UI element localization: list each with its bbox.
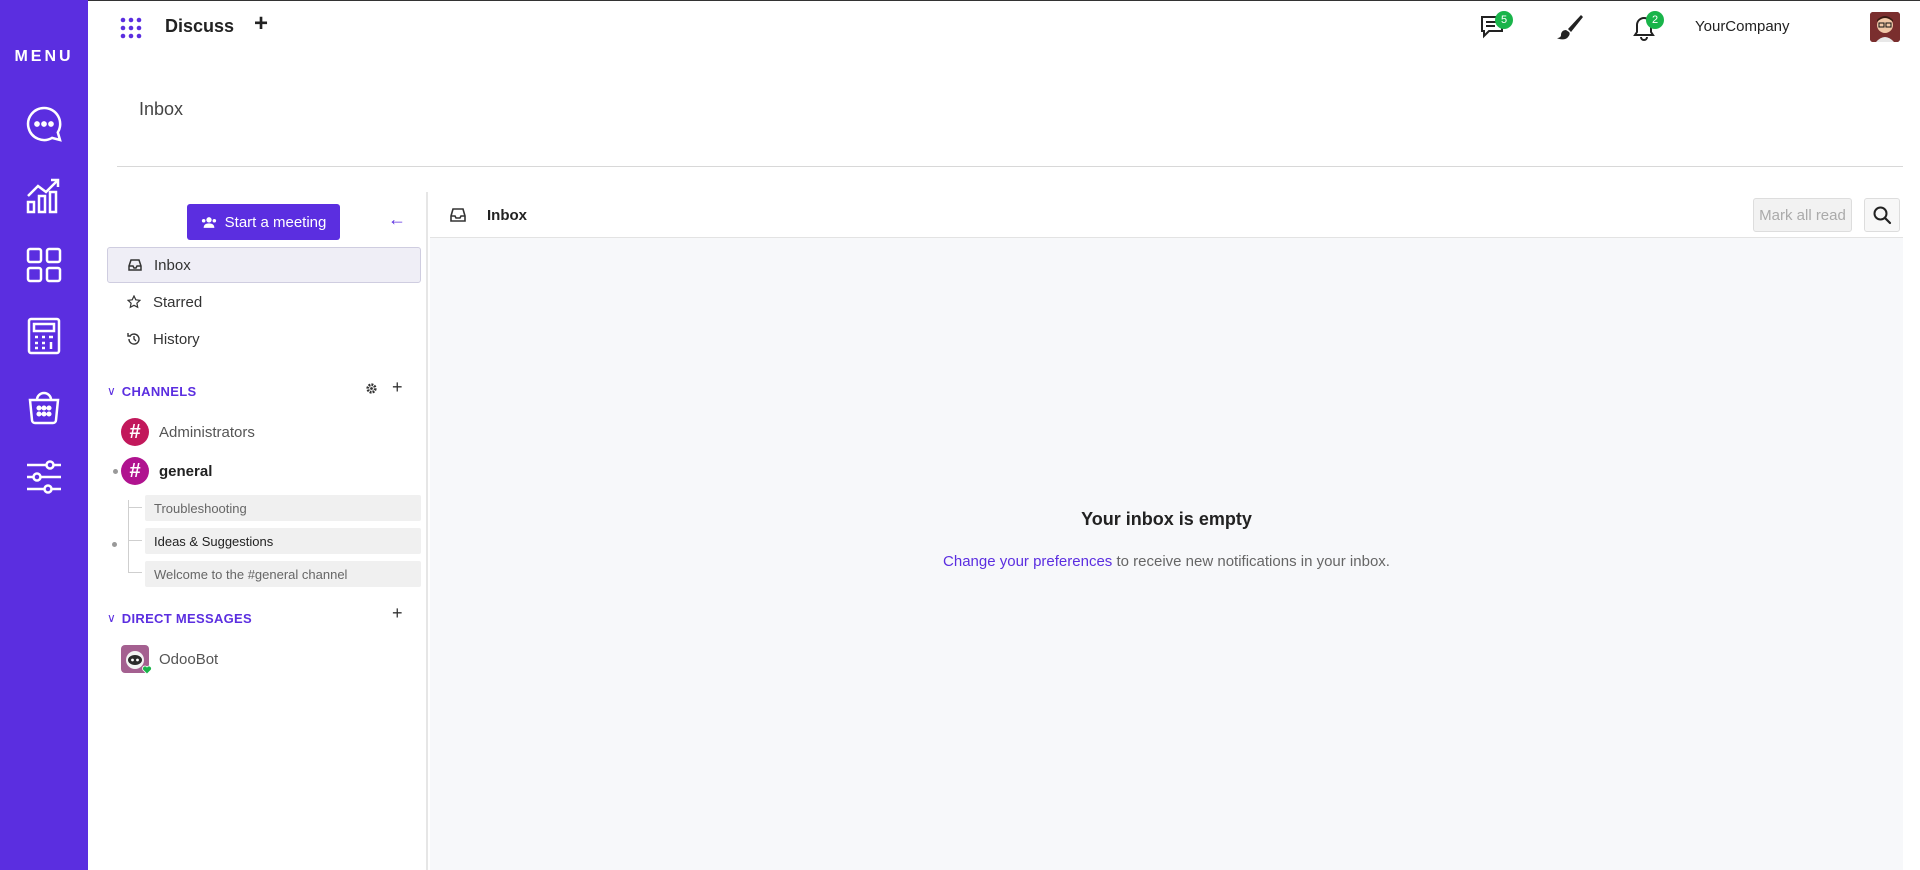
history-icon	[127, 333, 140, 345]
mailbox-starred[interactable]: Starred	[107, 284, 421, 320]
channel-name: Administrators	[159, 423, 255, 441]
direct-messages-category-header[interactable]: ∨ DIRECT MESSAGES	[107, 608, 423, 628]
mailbox-label: Starred	[153, 293, 203, 311]
app-title[interactable]: Discuss	[165, 16, 234, 37]
thread-item[interactable]: Welcome to the #general channel	[145, 561, 421, 587]
chat-icon[interactable]	[24, 104, 64, 144]
thread-tree-tick	[128, 572, 142, 573]
add-channel-icon[interactable]: +	[392, 378, 403, 396]
app-rail: MENU	[0, 0, 88, 870]
messages-button[interactable]: 5	[1479, 11, 1513, 41]
chevron-down-icon: ∨	[107, 611, 116, 625]
menu-label[interactable]: MENU	[0, 48, 88, 66]
channel-administrators[interactable]: # Administrators	[121, 416, 421, 448]
company-switcher[interactable]: YourCompany	[1695, 18, 1790, 35]
activities-badge: 2	[1646, 11, 1664, 29]
search-button[interactable]	[1864, 198, 1900, 232]
start-meeting-label: Start a meeting	[224, 213, 327, 231]
page-title: Inbox	[139, 99, 184, 119]
mailbox-inbox[interactable]: Inbox	[107, 247, 421, 283]
thread-content: Inbox Mark all read Your inbox is empty …	[430, 192, 1903, 870]
unread-dot	[113, 469, 118, 474]
mailbox-label: Inbox	[154, 256, 191, 274]
odoobot-avatar	[121, 645, 152, 675]
app-grid-icon[interactable]	[120, 17, 142, 39]
messages-badge: 5	[1495, 11, 1513, 29]
basket-icon[interactable]	[24, 386, 64, 426]
online-heart-icon	[142, 665, 152, 675]
empty-inbox-subtitle: Change your preferences to receive new n…	[430, 553, 1903, 570]
change-preferences-link[interactable]: Change your preferences	[943, 553, 1112, 570]
thread-item[interactable]: Troubleshooting	[145, 495, 421, 521]
channels-category-label: CHANNELS	[121, 383, 197, 399]
user-avatar[interactable]	[1870, 12, 1900, 42]
thread-tree-tick	[128, 540, 142, 541]
search-icon	[1873, 206, 1892, 225]
mailbox-label: History	[153, 330, 200, 348]
sliders-icon[interactable]	[24, 457, 64, 497]
thread-header: Inbox Mark all read	[430, 192, 1903, 238]
control-panel-divider	[117, 166, 1903, 167]
star-icon	[127, 295, 141, 309]
dm-name: OdooBot	[159, 650, 219, 668]
paint-brush-button[interactable]	[1556, 13, 1584, 41]
add-icon[interactable]: +	[254, 12, 268, 36]
channel-hash-icon: #	[121, 457, 149, 485]
direct-messages-category-label: DIRECT MESSAGES	[121, 610, 252, 626]
unread-dot	[112, 542, 117, 547]
thread-tree-line	[128, 500, 129, 572]
channel-general[interactable]: # general	[121, 455, 421, 487]
inbox-icon	[128, 259, 142, 271]
thread-item[interactable]: Ideas & Suggestions	[145, 528, 421, 554]
channel-settings-icon[interactable]	[365, 380, 378, 398]
mark-all-read-button[interactable]: Mark all read	[1753, 198, 1852, 232]
empty-inbox-text: to receive new notifications in your inb…	[1112, 553, 1390, 570]
channel-name: general	[159, 462, 213, 480]
add-direct-message-icon[interactable]: +	[392, 604, 403, 622]
users-icon	[201, 216, 216, 228]
collapse-sidebar-icon[interactable]: ←	[388, 210, 406, 228]
dashboard-icon[interactable]	[24, 245, 64, 285]
mailbox-history[interactable]: History	[107, 321, 421, 357]
start-meeting-button[interactable]: Start a meeting	[187, 204, 340, 240]
thread-tree-tick	[128, 507, 142, 508]
inbox-icon	[450, 208, 466, 222]
activities-button[interactable]: 2	[1630, 11, 1664, 41]
dm-odoobot[interactable]: OdooBot	[121, 643, 421, 675]
empty-inbox-title: Your inbox is empty	[1081, 509, 1252, 529]
channel-hash-icon: #	[121, 418, 149, 446]
paint-brush-icon	[1557, 15, 1583, 40]
thread-title: Inbox	[487, 207, 527, 224]
calculator-icon[interactable]	[24, 316, 64, 356]
chevron-down-icon: ∨	[107, 384, 116, 398]
top-navbar: Discuss + 5 2 YourCompany	[88, 0, 1920, 50]
chart-icon[interactable]	[24, 174, 64, 214]
